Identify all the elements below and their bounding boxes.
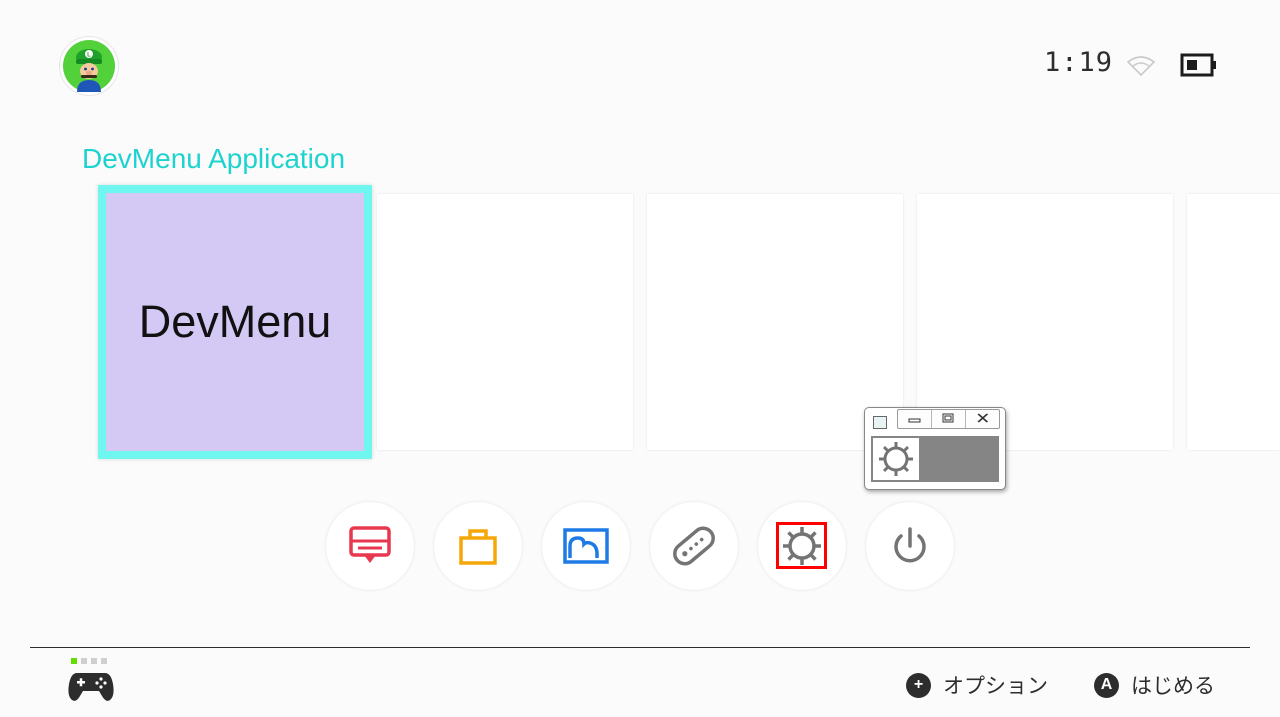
game-tile-devmenu[interactable]: DevMenu	[106, 193, 364, 451]
eshop-button[interactable]	[434, 502, 522, 590]
minimize-button[interactable]	[898, 410, 932, 428]
close-icon	[977, 413, 989, 423]
plus-button-icon: +	[906, 672, 931, 698]
battery-icon	[1180, 53, 1216, 77]
controllers-icon	[673, 526, 715, 566]
maximize-icon	[942, 413, 954, 423]
floating-window[interactable]	[864, 407, 1006, 490]
maximize-button[interactable]	[932, 410, 966, 428]
footer-divider	[30, 647, 1250, 648]
window-gear-thumbnail	[873, 438, 919, 480]
luigi-avatar-icon: L	[63, 40, 115, 92]
power-icon	[894, 527, 926, 563]
game-tile-label: DevMenu	[138, 296, 332, 347]
album-icon	[563, 528, 609, 564]
window-app-icon	[873, 416, 887, 429]
pro-controller-icon[interactable]	[67, 658, 115, 706]
options-label: オプション	[943, 674, 1048, 698]
home-screen: L 1:19 DevMenu Application DevMenu + オプシ…	[0, 0, 1280, 717]
news-icon	[349, 526, 391, 563]
minimize-icon	[908, 418, 921, 423]
svg-text:L: L	[87, 53, 91, 59]
clock: 1:19	[1044, 47, 1114, 78]
power-button[interactable]	[866, 502, 954, 590]
game-tile-empty[interactable]	[377, 194, 633, 450]
news-button[interactable]	[326, 502, 414, 590]
album-button[interactable]	[542, 502, 630, 590]
wifi-icon	[1127, 56, 1155, 76]
start-label: はじめる	[1131, 674, 1215, 698]
window-titlebar[interactable]	[865, 408, 1005, 430]
close-button[interactable]	[966, 410, 999, 428]
section-title: DevMenu Application	[82, 143, 346, 174]
game-tile-empty[interactable]	[1187, 194, 1280, 450]
start-hint[interactable]: A はじめる	[1094, 671, 1215, 699]
focus-outline	[776, 522, 827, 569]
a-button-icon: A	[1094, 672, 1119, 698]
eshop-bag-icon	[459, 529, 497, 565]
options-hint[interactable]: + オプション	[906, 671, 1048, 699]
gear-icon	[879, 442, 913, 476]
controllers-button[interactable]	[650, 502, 738, 590]
window-content	[871, 436, 999, 482]
user-avatar[interactable]: L	[60, 37, 118, 95]
